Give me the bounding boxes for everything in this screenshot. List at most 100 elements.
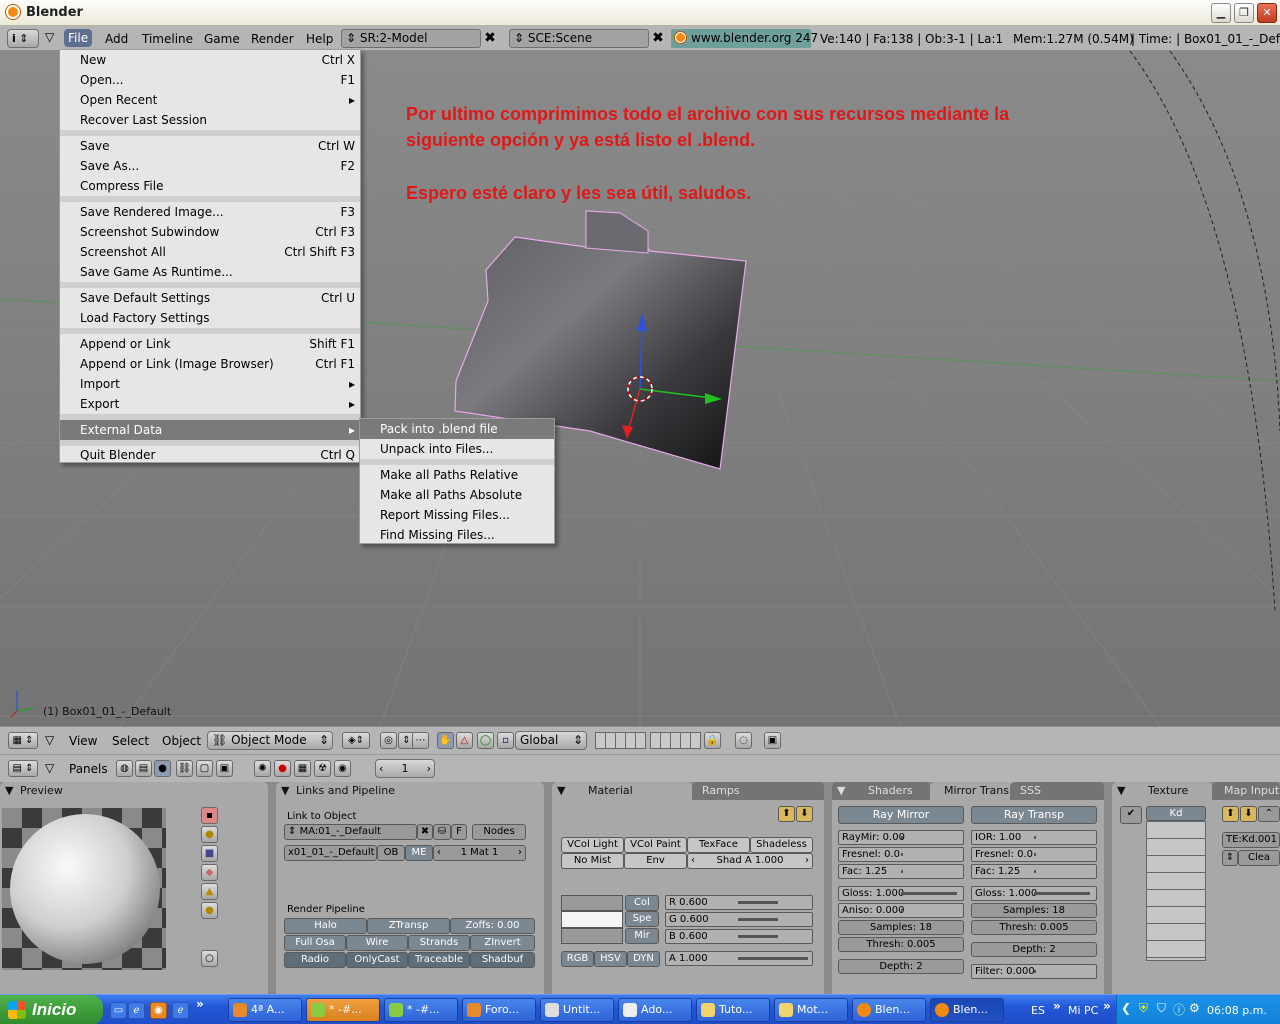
pivot-icon[interactable]: ◎ [380, 732, 397, 749]
menu-item-save[interactable]: Save Ctrl W [60, 136, 360, 156]
no-mist-button[interactable]: No Mist [561, 853, 624, 869]
task-button-7[interactable]: Tuto... [696, 998, 770, 1022]
color-swatch-spe[interactable] [561, 911, 623, 928]
links-panel-tab[interactable]: ▼ Links and Pipeline [276, 782, 544, 800]
menu-item-open[interactable]: Open... F1 [60, 70, 360, 90]
my-pc-toolbar[interactable]: Mi PC [1068, 1004, 1098, 1017]
browser-icon[interactable]: ℯ [172, 1002, 189, 1019]
layer-buttons-1[interactable] [595, 732, 646, 749]
minimize-button[interactable]: ▁ [1211, 3, 1231, 23]
menu-item-export[interactable]: Export ▸ [60, 394, 360, 414]
copy-material-icon[interactable]: ⬆ [778, 806, 795, 822]
ray-mirror-button[interactable]: Ray Mirror [838, 806, 964, 824]
shield-icon[interactable]: ⛨ [1139, 1001, 1148, 1016]
world-buttons-icon[interactable]: ◉ [334, 760, 351, 777]
ztransp-button[interactable]: ZTransp [367, 918, 450, 934]
task-button-9[interactable]: Blen... [852, 998, 926, 1022]
menu-view[interactable]: View [69, 734, 97, 748]
color-swatch-mir[interactable] [561, 928, 623, 944]
menu-panels[interactable]: Panels [69, 762, 108, 776]
menu-timeline[interactable]: Timeline [142, 32, 193, 46]
menu-item-open-recent[interactable]: Open Recent ▸ [60, 90, 360, 110]
preview-plane-icon[interactable]: ▪ [201, 807, 218, 824]
texture-enable-checkbox[interactable]: ✔ [1120, 806, 1142, 824]
vcol-light-button[interactable]: VCol Light [561, 837, 624, 853]
menu-help[interactable]: Help [306, 32, 333, 46]
window-type-button[interactable]: i ⇕ [7, 29, 39, 48]
radio-button[interactable]: Radio [284, 952, 346, 968]
orientation-selector[interactable]: Global ⇕ [515, 731, 587, 750]
preview-panel-tab[interactable]: ▼ Preview [0, 782, 268, 800]
collapse-triangle-icon[interactable]: ▽ [45, 30, 54, 44]
menu-render[interactable]: Render [251, 32, 294, 46]
frame-number-field[interactable]: ‹ 1 › [375, 759, 435, 778]
preview-options-icon[interactable]: ○ [201, 950, 218, 967]
aniso-slider[interactable]: Aniso: 0.000 [838, 903, 964, 918]
hand-manipulator-icon[interactable]: ✋ [437, 732, 454, 749]
onlycast-button[interactable]: OnlyCast [346, 952, 408, 968]
rgb-button[interactable]: RGB [561, 951, 594, 967]
alpha-slider[interactable]: A 1.000 [665, 951, 813, 966]
shaders-panel-tab[interactable]: ▼ Shaders [832, 782, 930, 800]
ramps-panel-tab[interactable]: Ramps [692, 782, 824, 800]
scene-selector[interactable]: ⇕ SCE:Scene [509, 29, 649, 48]
buttons-window-type-icon[interactable]: ▤ ⇕ [8, 760, 38, 777]
menu-item-report-missing-files[interactable]: Report Missing Files... [360, 505, 554, 525]
security-icon[interactable]: ⛉ [1157, 1001, 1166, 1016]
task-button-2[interactable]: * -#... [306, 998, 380, 1022]
menu-item-new[interactable]: New Ctrl X [60, 50, 360, 70]
task-button-8[interactable]: Mot... [774, 998, 848, 1022]
material-index-field[interactable]: ‹ 1 Mat 1 › [433, 845, 526, 861]
zoffs-field[interactable]: Zoffs: 0.00 [450, 918, 535, 934]
b-slider[interactable]: B 0.600 [665, 929, 813, 944]
draw-type-icon[interactable]: ◈⇕ [342, 732, 370, 749]
mir-button[interactable]: Mir [625, 928, 659, 944]
logic-context-icon[interactable]: ◍ [116, 760, 133, 777]
menu-item-make-paths-absolute[interactable]: Make all Paths Absolute [360, 485, 554, 505]
render-preview-icon[interactable]: ▣ [764, 732, 781, 749]
shadeless-button[interactable]: Shadeless [750, 837, 813, 853]
scene-context-icon[interactable]: ▣ [216, 760, 233, 777]
material-user-icon[interactable]: ⛁ [433, 824, 451, 840]
material-panel-tab[interactable]: ▼ Material [552, 782, 692, 800]
fac-mirror-slider[interactable]: Fac: 1.25 [838, 864, 964, 879]
fresnel-mirror-slider[interactable]: Fresnel: 0.0 [838, 847, 964, 862]
shadbuf-button[interactable]: Shadbuf [470, 952, 535, 968]
texture-name-field[interactable]: TE:Kd.001 [1222, 832, 1280, 848]
menu-item-unpack-into-files[interactable]: Unpack into Files... [360, 439, 554, 459]
menu-item-import[interactable]: Import ▸ [60, 374, 360, 394]
copy-texture-icon[interactable]: ⬆ [1222, 806, 1239, 822]
spe-button[interactable]: Spe [625, 911, 659, 927]
preview-sphere-icon[interactable]: ● [201, 826, 218, 843]
gloss-mirror-slider[interactable]: Gloss: 1.000 [838, 886, 964, 901]
preview-cube-icon[interactable]: ■ [201, 845, 218, 862]
sss-panel-tab[interactable]: SSS [1010, 782, 1104, 800]
menu-item-save-as[interactable]: Save As... F2 [60, 156, 360, 176]
samples-mirror-field[interactable]: Samples: 18 [838, 920, 964, 935]
task-button-6[interactable]: Ado... [618, 998, 692, 1022]
menu-file[interactable]: File [64, 29, 93, 47]
menu-item-append-or-link[interactable]: Append or Link Shift F1 [60, 334, 360, 354]
desktop-icon[interactable]: ▭ [110, 1002, 127, 1019]
depth-mirror-field[interactable]: Depth: 2 [838, 959, 964, 974]
network-icon[interactable]: ⚙ [1189, 1001, 1200, 1015]
object-context-icon[interactable]: ⛓ [176, 760, 193, 777]
menu-item-append-or-link-image-browser[interactable]: Append or Link (Image Browser) Ctrl F1 [60, 354, 360, 374]
info-icon[interactable]: ⓘ [1173, 1001, 1185, 1018]
mirror-transp-panel-tab[interactable]: Mirror Transp [930, 782, 1020, 800]
task-button-3[interactable]: * -#... [384, 998, 458, 1022]
samples-transp-field[interactable]: Samples: 18 [971, 903, 1097, 918]
ior-slider[interactable]: IOR: 1.00 [971, 830, 1097, 845]
texture-up-icon[interactable]: ⌃ [1258, 806, 1280, 822]
texture-channel-kd[interactable]: Kd [1146, 806, 1206, 821]
r-slider[interactable]: R 0.600 [665, 895, 813, 910]
menu-item-make-paths-relative[interactable]: Make all Paths Relative [360, 465, 554, 485]
menu-item-pack-into-blend[interactable]: Pack into .blend file [360, 419, 554, 439]
wire-button[interactable]: Wire [346, 935, 408, 951]
menu-item-save-default-settings[interactable]: Save Default Settings Ctrl U [60, 288, 360, 308]
scale-icon[interactable]: ▫ [497, 732, 514, 749]
scene-delete-icon[interactable]: ✖ [649, 29, 667, 48]
menu-item-save-game-as-runtime[interactable]: Save Game As Runtime... [60, 262, 360, 282]
col-button[interactable]: Col [625, 895, 659, 911]
preview-monkey-icon[interactable]: ◆ [201, 864, 218, 881]
